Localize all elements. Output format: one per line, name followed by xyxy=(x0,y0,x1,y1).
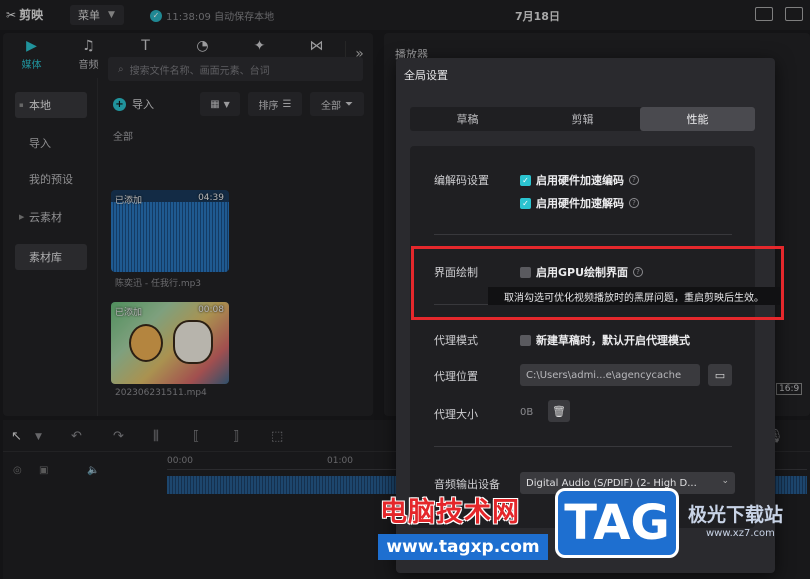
folder-button[interactable]: ▭ xyxy=(708,364,732,386)
proxy-location-label: 代理位置 xyxy=(434,370,478,383)
hw-decode-checkbox[interactable]: ✓ 启用硬件加速解码 ? xyxy=(520,195,639,211)
codec-label: 编解码设置 xyxy=(434,174,489,187)
performance-settings: 编解码设置 ✓ 启用硬件加速编码 ? ✓ 启用硬件加速解码 ? 界面绘制 启用G… xyxy=(410,146,755,528)
tab-editing[interactable]: 剪辑 xyxy=(525,107,640,131)
divider xyxy=(434,234,732,235)
watermark-tag-logo: TAG xyxy=(555,488,679,558)
checkbox-label: 启用硬件加速解码 xyxy=(536,197,624,210)
annotation-highlight-box xyxy=(411,246,784,320)
help-icon[interactable]: ? xyxy=(629,175,639,185)
proxy-mode-label: 代理模式 xyxy=(434,334,478,347)
app-window: ✂ 剪映 菜单 ▼ ✓ 11:38:09 自动保存本地 7月18日 ▶ 媒体 ♫… xyxy=(0,0,810,579)
trash-icon: 🗑 xyxy=(552,404,566,418)
help-icon[interactable]: ? xyxy=(629,198,639,208)
watermark-site-url: www.xz7.com xyxy=(706,528,775,539)
chevron-down-icon: ⌄ xyxy=(721,476,729,486)
settings-tabs: 草稿 剪辑 性能 xyxy=(410,107,755,131)
select-value: Digital Audio (S/PDIF) (2- High D... xyxy=(526,477,697,489)
clear-proxy-button[interactable]: 🗑 xyxy=(548,400,570,422)
folder-icon: ▭ xyxy=(714,368,726,382)
checkbox-checked-icon: ✓ xyxy=(520,197,531,209)
checkbox-unchecked-icon xyxy=(520,334,531,346)
hw-encode-checkbox[interactable]: ✓ 启用硬件加速编码 ? xyxy=(520,172,639,188)
watermark-url: www.tagxp.com xyxy=(378,534,548,560)
watermark-text: 电脑技术网 xyxy=(380,497,520,528)
divider xyxy=(434,446,732,447)
proxy-size-label: 代理大小 xyxy=(434,408,478,421)
tab-drafts[interactable]: 草稿 xyxy=(410,107,525,131)
proxy-mode-checkbox[interactable]: 新建草稿时，默认开启代理模式 xyxy=(520,332,690,348)
checkbox-label: 启用硬件加速编码 xyxy=(536,174,624,187)
tab-performance[interactable]: 性能 xyxy=(640,107,755,131)
checkbox-label: 新建草稿时，默认开启代理模式 xyxy=(536,334,690,347)
dialog-title: 全局设置 xyxy=(404,69,448,82)
watermark-site: 极光下载站 xyxy=(688,504,784,526)
proxy-size-value: 0B xyxy=(520,407,534,418)
proxy-location-field[interactable]: C:\Users\admi...e\agencycache xyxy=(520,364,700,386)
checkbox-checked-icon: ✓ xyxy=(520,174,531,186)
